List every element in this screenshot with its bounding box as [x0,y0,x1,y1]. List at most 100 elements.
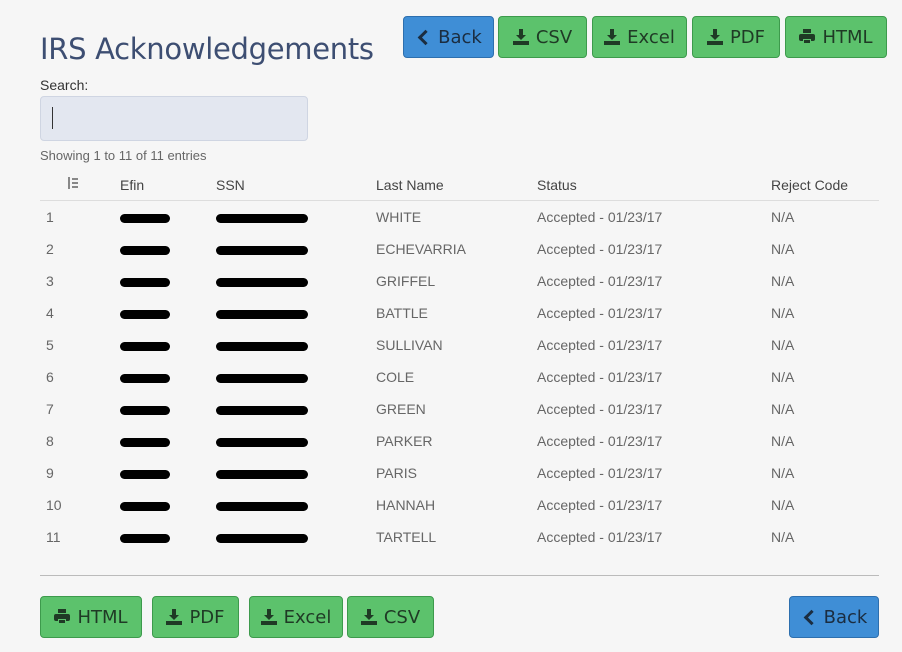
html-label: HTML [77,606,128,628]
status-cell: Accepted - 01/23/17 [537,497,663,513]
status-cell: Accepted - 01/23/17 [537,305,663,321]
row-number: 10 [46,497,62,513]
ssn-redacted [216,393,376,425]
redaction-mark [216,341,308,351]
back-button-bottom[interactable]: Back [789,596,879,638]
text-cursor [52,107,53,129]
csv-label: CSV [535,26,573,48]
page-title: IRS Acknowledgements [40,32,374,66]
reject-code-cell: N/A [771,273,795,289]
table-row: 9 PARIS Accepted - 01/23/17 N/A [40,457,879,489]
efin-redacted [120,265,216,297]
redaction-mark [120,373,170,383]
download-icon [604,29,621,45]
row-number: 7 [46,401,54,417]
redaction-mark [216,277,308,287]
efin-header[interactable]: Efin [120,170,216,201]
excel-label: Excel [627,26,675,48]
table-row: 10 HANNAH Accepted - 01/23/17 N/A [40,489,879,521]
sort-column-header[interactable] [40,170,120,201]
back-button-top[interactable]: Back [403,16,494,58]
redaction-mark [120,469,170,479]
efin-redacted [120,489,216,521]
pdf-button-bottom[interactable]: PDF [152,596,239,638]
reject-code-cell: N/A [771,401,795,417]
excel-label: Excel [283,606,332,628]
status-cell: Accepted - 01/23/17 [537,529,663,545]
status-header[interactable]: Status [537,170,771,201]
acknowledgements-table: Efin SSN Last Name Status Reject Code 1 W… [40,170,879,553]
table-row: 8 PARKER Accepted - 01/23/17 N/A [40,425,879,457]
ssn-header[interactable]: SSN [216,170,376,201]
ssn-redacted [216,329,376,361]
csv-button-top[interactable]: CSV [498,16,587,58]
status-cell: Accepted - 01/23/17 [537,337,663,353]
efin-redacted [120,201,216,234]
sort-icon[interactable] [66,176,80,191]
reject-code-cell: N/A [771,209,795,225]
row-number: 3 [46,273,54,289]
redaction-mark [120,501,170,511]
redaction-mark [120,245,170,255]
table-row: 3 GRIFFEL Accepted - 01/23/17 N/A [40,265,879,297]
row-number: 1 [46,209,54,225]
ssn-redacted [216,265,376,297]
divider [40,575,879,576]
ssn-redacted [216,201,376,234]
last-name-cell: ECHEVARRIA [376,241,466,257]
redaction-mark [216,533,308,543]
last-name-cell: SULLIVAN [376,337,443,353]
table-row: 7 GREEN Accepted - 01/23/17 N/A [40,393,879,425]
redaction-mark [216,501,308,511]
row-number: 6 [46,369,54,385]
last-name-cell: TARTELL [376,529,437,545]
row-number: 11 [46,529,61,545]
html-button-top[interactable]: HTML [785,16,887,58]
status-cell: Accepted - 01/23/17 [537,209,663,225]
reject-code-cell: N/A [771,305,795,321]
last-name-cell: GREEN [376,401,426,417]
search-input[interactable] [40,96,308,141]
last-name-cell: GRIFFEL [376,273,436,289]
excel-button-top[interactable]: Excel [592,16,687,58]
redaction-mark [216,373,308,383]
last-name-cell: PARIS [376,465,417,481]
redaction-mark [216,469,308,479]
back-label: Back [823,606,868,628]
ssn-redacted [216,297,376,329]
redaction-mark [216,309,308,319]
last-name-cell: HANNAH [376,497,436,513]
row-number: 5 [46,337,54,353]
efin-redacted [120,361,216,393]
printer-icon [799,29,816,45]
pdf-button-top[interactable]: PDF [692,16,780,58]
efin-redacted [120,233,216,265]
redaction-mark [120,405,170,415]
table-row: 1 WHITE Accepted - 01/23/17 N/A [40,201,879,234]
excel-button-bottom[interactable]: Excel [249,596,343,638]
last-name-header[interactable]: Last Name [376,170,537,201]
efin-redacted [120,425,216,457]
row-number: 9 [46,465,54,481]
status-cell: Accepted - 01/23/17 [537,241,663,257]
entries-info: Showing 1 to 11 of 11 entries [40,148,207,163]
row-number: 4 [46,305,54,321]
redaction-mark [120,213,170,223]
reject-code-cell: N/A [771,465,795,481]
table-row: 5 SULLIVAN Accepted - 01/23/17 N/A [40,329,879,361]
last-name-cell: BATTLE [376,305,428,321]
last-name-cell: PARKER [376,433,433,449]
table-row: 11 TARTELL Accepted - 01/23/17 N/A [40,521,879,553]
ssn-redacted [216,425,376,457]
csv-label: CSV [383,606,421,628]
table-header-row: Efin SSN Last Name Status Reject Code [40,170,879,201]
download-icon [706,29,723,45]
pdf-label: PDF [189,606,225,628]
download-icon [512,29,529,45]
chevron-left-icon [801,609,817,625]
csv-button-bottom[interactable]: CSV [347,596,434,638]
html-button-bottom[interactable]: HTML [40,596,142,638]
reject-code-cell: N/A [771,433,795,449]
ssn-redacted [216,233,376,265]
reject-code-header[interactable]: Reject Code [771,170,879,201]
